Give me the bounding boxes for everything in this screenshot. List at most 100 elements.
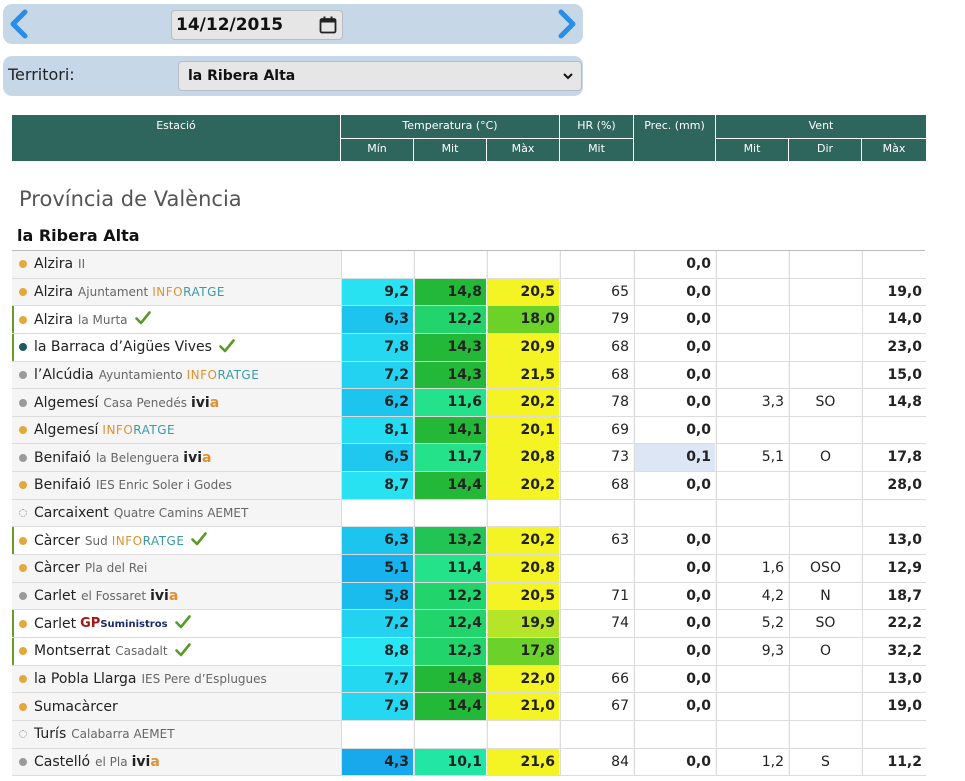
station-subname: Pla del Rei xyxy=(84,561,148,576)
prec-cell: 0,0 xyxy=(634,416,715,444)
territori-bar: Territori: la Ribera Alta xyxy=(3,56,583,96)
ivia-logo: ivia xyxy=(150,588,179,604)
table-row[interactable]: la Barraca d’Aigües Vives 7,8 14,3 20,9 68 0,… xyxy=(12,333,926,362)
station-cell[interactable]: Alzira Ajuntament INFORATGE xyxy=(12,279,340,306)
hr-cell: 69 xyxy=(560,416,633,444)
station-cell[interactable]: Alzira II xyxy=(12,251,340,278)
vent-mit-cell: 1,2 xyxy=(716,748,788,776)
table-row[interactable]: l’Alcúdia Ayuntamiento INFORATGE 7,2 14,3 21,… xyxy=(12,361,926,390)
table-row[interactable]: Montserrat Casadalt 8,8 12,3 17,8 0,0 9,3 O 32,2 xyxy=(12,637,926,666)
station-cell[interactable]: Algemesí Casa Penedés ivia xyxy=(12,389,340,416)
header-temp-max: Màx xyxy=(511,142,535,155)
vent-dir-cell xyxy=(789,278,861,306)
station-cell[interactable]: Càrcer Pla del Rei xyxy=(12,555,340,582)
station-name: Càrcer xyxy=(34,532,80,549)
station-name: Algemesí xyxy=(34,394,99,411)
prec-cell: 0,0 xyxy=(634,389,715,416)
table-row[interactable]: la Pobla Llarga IES Pere d’Esplugues 7,7 14… xyxy=(12,665,926,694)
vent-dir-cell: SO xyxy=(789,610,861,637)
table-row[interactable]: Benifaió la Belenguera ivia 6,5 11,7 20,8 73 0,… xyxy=(12,444,926,473)
table-row[interactable]: Turís Calabarra AEMET xyxy=(12,720,926,749)
header-vent-max: Màx xyxy=(882,142,906,155)
temp-min-cell: 8,1 xyxy=(341,416,413,444)
inforatge-logo: INFORATGE xyxy=(111,533,185,548)
table-header: Estació Temperatura (°C) HR (%) Prec. (m… xyxy=(12,115,926,161)
status-dot-icon xyxy=(19,426,27,435)
table-row[interactable]: Alzira la Murta 6,3 12,2 18,0 79 0,0 14,0 xyxy=(12,306,926,334)
temp-min-cell: 6,3 xyxy=(341,306,413,333)
temp-mit-cell: 14,3 xyxy=(414,333,486,361)
station-cell[interactable]: la Barraca d’Aigües Vives xyxy=(12,334,340,361)
station-cell[interactable]: Castelló el Pla ivia xyxy=(12,749,340,776)
territori-select[interactable]: la Ribera Alta xyxy=(178,61,582,91)
inforatge-logo: INFORATGE xyxy=(186,367,260,382)
station-cell[interactable]: Benifaió IES Enric Soler i Godes xyxy=(12,472,340,499)
station-name: Càrcer xyxy=(34,560,80,577)
station-cell[interactable]: la Pobla Llarga IES Pere d’Esplugues xyxy=(12,666,340,693)
station-cell[interactable]: Càrcer Sud INFORATGE xyxy=(12,527,340,554)
vent-dir-cell xyxy=(789,361,861,389)
station-name: Castelló xyxy=(34,753,91,770)
table-row[interactable]: Carlet el Fossaret ivia 5,8 12,2 20,5 71 0,0 4,2… xyxy=(12,582,926,611)
table-row[interactable]: Carcaixent Quatre Camins AEMET xyxy=(12,499,926,528)
table-row[interactable]: Algemesí Casa Penedés ivia 6,2 11,6 20,2 78 0,0… xyxy=(12,389,926,417)
hr-cell xyxy=(560,637,633,665)
station-cell[interactable]: Turís Calabarra AEMET xyxy=(12,721,340,748)
prev-day-button[interactable] xyxy=(5,8,35,40)
calendar-icon[interactable] xyxy=(319,16,337,34)
chevron-down-icon xyxy=(563,73,573,80)
date-navigation-bar: 14/12/2015 xyxy=(3,4,583,44)
status-dot-icon xyxy=(19,619,27,628)
prec-cell: 0,0 xyxy=(634,665,715,693)
prec-cell: 0,0 xyxy=(634,693,715,720)
vent-max-cell: 17,8 xyxy=(862,444,926,472)
status-dot-icon xyxy=(19,260,27,269)
station-subname: IES Enric Soler i Godes xyxy=(95,478,232,493)
vent-mit-cell xyxy=(716,333,788,361)
temp-mit-cell: 11,4 xyxy=(414,555,486,582)
table-row[interactable]: Sumacàrcer 7,9 14,4 21,0 67 0,0 19,0 xyxy=(12,693,926,721)
table-row[interactable]: Alzira II 0,0 xyxy=(12,251,926,279)
table-row[interactable]: Càrcer Sud INFORATGE 6,3 13,2 20,2 63 0,0 13,0 xyxy=(12,527,926,556)
table-row[interactable]: Algemesí INFORATGE 8,1 14,1 20,1 69 0,0 xyxy=(12,416,926,445)
prec-cell xyxy=(634,499,715,527)
temp-max-cell xyxy=(487,720,559,748)
station-cell[interactable]: l’Alcúdia Ayuntamiento INFORATGE xyxy=(12,362,340,389)
table-row[interactable]: Càrcer Pla del Rei 5,1 11,4 20,8 0,0 1,6 OSO 12,… xyxy=(12,555,926,583)
table-row[interactable]: Carlet GPSuministros 7,2 12,4 19,9 74 0,0 5,2 SO… xyxy=(12,610,926,638)
temp-min-cell: 5,8 xyxy=(341,582,413,610)
temp-max-cell: 20,9 xyxy=(487,333,559,361)
station-cell[interactable]: Sumacàrcer xyxy=(12,693,340,720)
station-subname: Calabarra AEMET xyxy=(71,727,175,742)
temp-max-cell: 19,9 xyxy=(487,610,559,637)
hr-cell: 65 xyxy=(560,278,633,306)
temp-max-cell: 20,2 xyxy=(487,389,559,416)
station-subname: Ajuntament xyxy=(78,284,149,299)
station-cell[interactable]: Carlet el Fossaret ivia xyxy=(12,583,340,610)
station-cell[interactable]: Alzira la Murta xyxy=(12,306,340,333)
status-dot-icon xyxy=(19,287,27,296)
vent-max-cell: 28,0 xyxy=(862,472,926,499)
station-cell[interactable]: Carcaixent Quatre Camins AEMET xyxy=(12,500,340,527)
temp-min-cell xyxy=(341,499,413,527)
station-cell[interactable]: Benifaió la Belenguera ivia xyxy=(12,444,340,471)
table-row[interactable]: Benifaió IES Enric Soler i Godes 8,7 14,4 20… xyxy=(12,472,926,500)
temp-min-cell xyxy=(341,251,413,278)
status-dot-icon xyxy=(19,453,27,462)
vent-max-cell: 19,0 xyxy=(862,278,926,306)
table-row[interactable]: Alzira Ajuntament INFORATGE 9,2 14,8 20,5 65 0,… xyxy=(12,278,926,307)
vent-max-cell: 14,8 xyxy=(862,389,926,416)
station-subname: Casadalt xyxy=(115,644,168,659)
next-day-button[interactable] xyxy=(551,8,581,40)
table-row[interactable]: Castelló el Pla ivia 4,3 10,1 21,6 84 0,0 1,2 S 11… xyxy=(12,748,926,777)
vent-max-cell: 18,7 xyxy=(862,582,926,610)
prec-cell: 0,0 xyxy=(634,333,715,361)
station-cell[interactable]: Carlet GPSuministros xyxy=(12,610,340,637)
chevron-right-icon xyxy=(558,9,576,39)
station-cell[interactable]: Montserrat Casadalt xyxy=(12,638,340,665)
hr-cell: 68 xyxy=(560,361,633,389)
date-input[interactable]: 14/12/2015 xyxy=(171,10,343,40)
verified-check-icon xyxy=(174,642,191,661)
station-name: la Barraca d’Aigües Vives xyxy=(34,339,212,356)
station-cell[interactable]: Algemesí INFORATGE xyxy=(12,417,340,444)
